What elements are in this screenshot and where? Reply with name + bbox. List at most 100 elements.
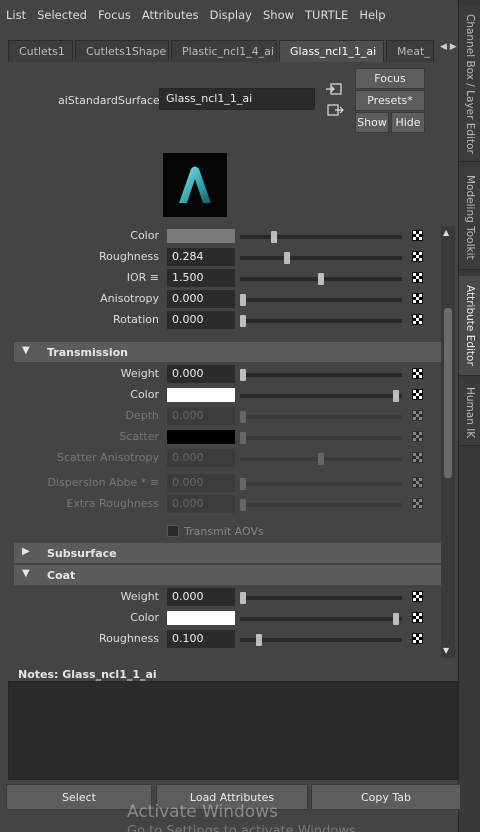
attr-label: Color bbox=[130, 229, 159, 242]
value-slider[interactable] bbox=[240, 499, 402, 511]
value-slider[interactable] bbox=[240, 411, 402, 423]
map-checker-icon[interactable] bbox=[412, 293, 423, 304]
menu-list[interactable]: List bbox=[6, 8, 26, 22]
section-transmission[interactable]: ▼ Transmission bbox=[14, 342, 441, 362]
copy-tab-button[interactable]: Copy Tab bbox=[311, 784, 461, 810]
input-connection-icon[interactable] bbox=[326, 82, 344, 96]
section-subsurface[interactable]: ▶ Subsurface bbox=[14, 543, 441, 563]
slider-handle[interactable] bbox=[318, 453, 324, 465]
side-tab-human-ik[interactable]: Human IK bbox=[459, 380, 480, 446]
value-slider[interactable] bbox=[240, 315, 402, 327]
value-slider[interactable] bbox=[240, 369, 402, 381]
tab-cutlets1[interactable]: Cutlets1 bbox=[8, 40, 73, 62]
value-field[interactable]: 0.000 bbox=[167, 474, 235, 492]
collapse-arrow-icon: ▼ bbox=[22, 345, 30, 356]
output-connection-icon[interactable] bbox=[326, 103, 344, 117]
scroll-down-icon[interactable]: ▼ bbox=[443, 646, 449, 655]
side-tab-channel-box[interactable]: Channel Box / Layer Editor bbox=[459, 6, 480, 162]
value-field[interactable]: 0.000 bbox=[167, 449, 235, 467]
material-swatch[interactable] bbox=[163, 153, 227, 217]
tab-scroll-arrows[interactable]: ◀ ▶ bbox=[440, 42, 457, 52]
focus-button[interactable]: Focus bbox=[355, 68, 425, 89]
slider-handle[interactable] bbox=[256, 634, 262, 646]
menu-attributes[interactable]: Attributes bbox=[142, 8, 199, 22]
value-slider[interactable] bbox=[240, 478, 402, 490]
attribute-scrollbar[interactable]: ▲ ▼ bbox=[441, 226, 455, 658]
presets-button[interactable]: Presets* bbox=[355, 90, 425, 111]
color-swatch-field[interactable] bbox=[167, 611, 235, 625]
menu-show[interactable]: Show bbox=[263, 8, 294, 22]
map-checker-icon[interactable] bbox=[412, 389, 423, 400]
slider-handle[interactable] bbox=[271, 231, 277, 243]
scroll-up-icon[interactable]: ▲ bbox=[443, 228, 449, 237]
color-swatch-field[interactable] bbox=[167, 229, 235, 243]
tab-meat[interactable]: Meat_ bbox=[386, 40, 434, 62]
map-checker-icon[interactable] bbox=[412, 272, 423, 283]
value-slider[interactable] bbox=[240, 634, 402, 646]
map-checker-icon[interactable] bbox=[412, 498, 423, 509]
map-checker-icon[interactable] bbox=[412, 612, 423, 623]
slider-handle[interactable] bbox=[240, 294, 246, 306]
map-checker-icon[interactable] bbox=[412, 230, 423, 241]
hide-button[interactable]: Hide bbox=[391, 112, 425, 133]
map-checker-icon[interactable] bbox=[412, 251, 423, 262]
value-slider[interactable] bbox=[240, 453, 402, 465]
slider-handle[interactable] bbox=[240, 432, 246, 444]
map-checker-icon[interactable] bbox=[412, 591, 423, 602]
map-checker-icon[interactable] bbox=[412, 452, 423, 463]
side-tab-modeling-toolkit[interactable]: Modeling Toolkit bbox=[459, 166, 480, 270]
map-checker-icon[interactable] bbox=[412, 368, 423, 379]
tab-glass[interactable]: Glass_ncl1_1_ai bbox=[279, 40, 384, 62]
map-checker-icon[interactable] bbox=[412, 633, 423, 644]
slider-handle[interactable] bbox=[284, 252, 290, 264]
slider-handle[interactable] bbox=[240, 369, 246, 381]
notes-textarea[interactable] bbox=[8, 681, 458, 780]
value-field[interactable]: 0.000 bbox=[167, 407, 235, 425]
slider-handle[interactable] bbox=[240, 315, 246, 327]
value-field[interactable]: 1.500 bbox=[167, 269, 235, 287]
slider-handle[interactable] bbox=[393, 613, 399, 625]
value-field[interactable]: 0.000 bbox=[167, 365, 235, 383]
map-checker-icon[interactable] bbox=[412, 410, 423, 421]
transmit-aovs-label: Transmit AOVs bbox=[184, 525, 264, 538]
slider-handle[interactable] bbox=[318, 273, 324, 285]
map-checker-icon[interactable] bbox=[412, 431, 423, 442]
menu-help[interactable]: Help bbox=[359, 8, 385, 22]
transmit-aovs-checkbox[interactable] bbox=[167, 525, 179, 537]
show-button[interactable]: Show bbox=[355, 112, 389, 133]
color-swatch-field[interactable] bbox=[167, 430, 235, 444]
value-slider[interactable] bbox=[240, 390, 402, 402]
section-coat[interactable]: ▼ Coat bbox=[14, 565, 441, 585]
menu-display[interactable]: Display bbox=[210, 8, 252, 22]
attr-row-dispersion-abbe: Dispersion Abbe * ≡ 0.000 bbox=[14, 473, 441, 493]
tab-plastic[interactable]: Plastic_ncl1_4_ai bbox=[171, 40, 277, 62]
menu-turtle[interactable]: TURTLE bbox=[305, 8, 348, 22]
shader-name-field[interactable]: Glass_ncl1_1_ai bbox=[159, 88, 315, 110]
value-slider[interactable] bbox=[240, 231, 402, 243]
map-checker-icon[interactable] bbox=[412, 477, 423, 488]
slider-handle[interactable] bbox=[240, 411, 246, 423]
side-tab-attribute-editor[interactable]: Attribute Editor bbox=[459, 276, 480, 376]
color-swatch-field[interactable] bbox=[167, 388, 235, 402]
value-field[interactable]: 0.100 bbox=[167, 630, 235, 648]
menu-selected[interactable]: Selected bbox=[37, 8, 87, 22]
slider-handle[interactable] bbox=[240, 478, 246, 490]
slider-handle[interactable] bbox=[393, 390, 399, 402]
value-slider[interactable] bbox=[240, 432, 402, 444]
value-field[interactable]: 0.000 bbox=[167, 290, 235, 308]
value-field[interactable]: 0.000 bbox=[167, 588, 235, 606]
value-field[interactable]: 0.000 bbox=[167, 495, 235, 513]
scrollbar-thumb[interactable] bbox=[444, 308, 452, 478]
value-slider[interactable] bbox=[240, 273, 402, 285]
value-slider[interactable] bbox=[240, 613, 402, 625]
menu-focus[interactable]: Focus bbox=[98, 8, 131, 22]
slider-handle[interactable] bbox=[240, 499, 246, 511]
slider-handle[interactable] bbox=[240, 592, 246, 604]
value-slider[interactable] bbox=[240, 252, 402, 264]
tab-cutlets1shape[interactable]: Cutlets1Shape bbox=[75, 40, 169, 62]
value-field[interactable]: 0.000 bbox=[167, 311, 235, 329]
map-checker-icon[interactable] bbox=[412, 314, 423, 325]
value-field[interactable]: 0.284 bbox=[167, 248, 235, 266]
value-slider[interactable] bbox=[240, 294, 402, 306]
value-slider[interactable] bbox=[240, 592, 402, 604]
